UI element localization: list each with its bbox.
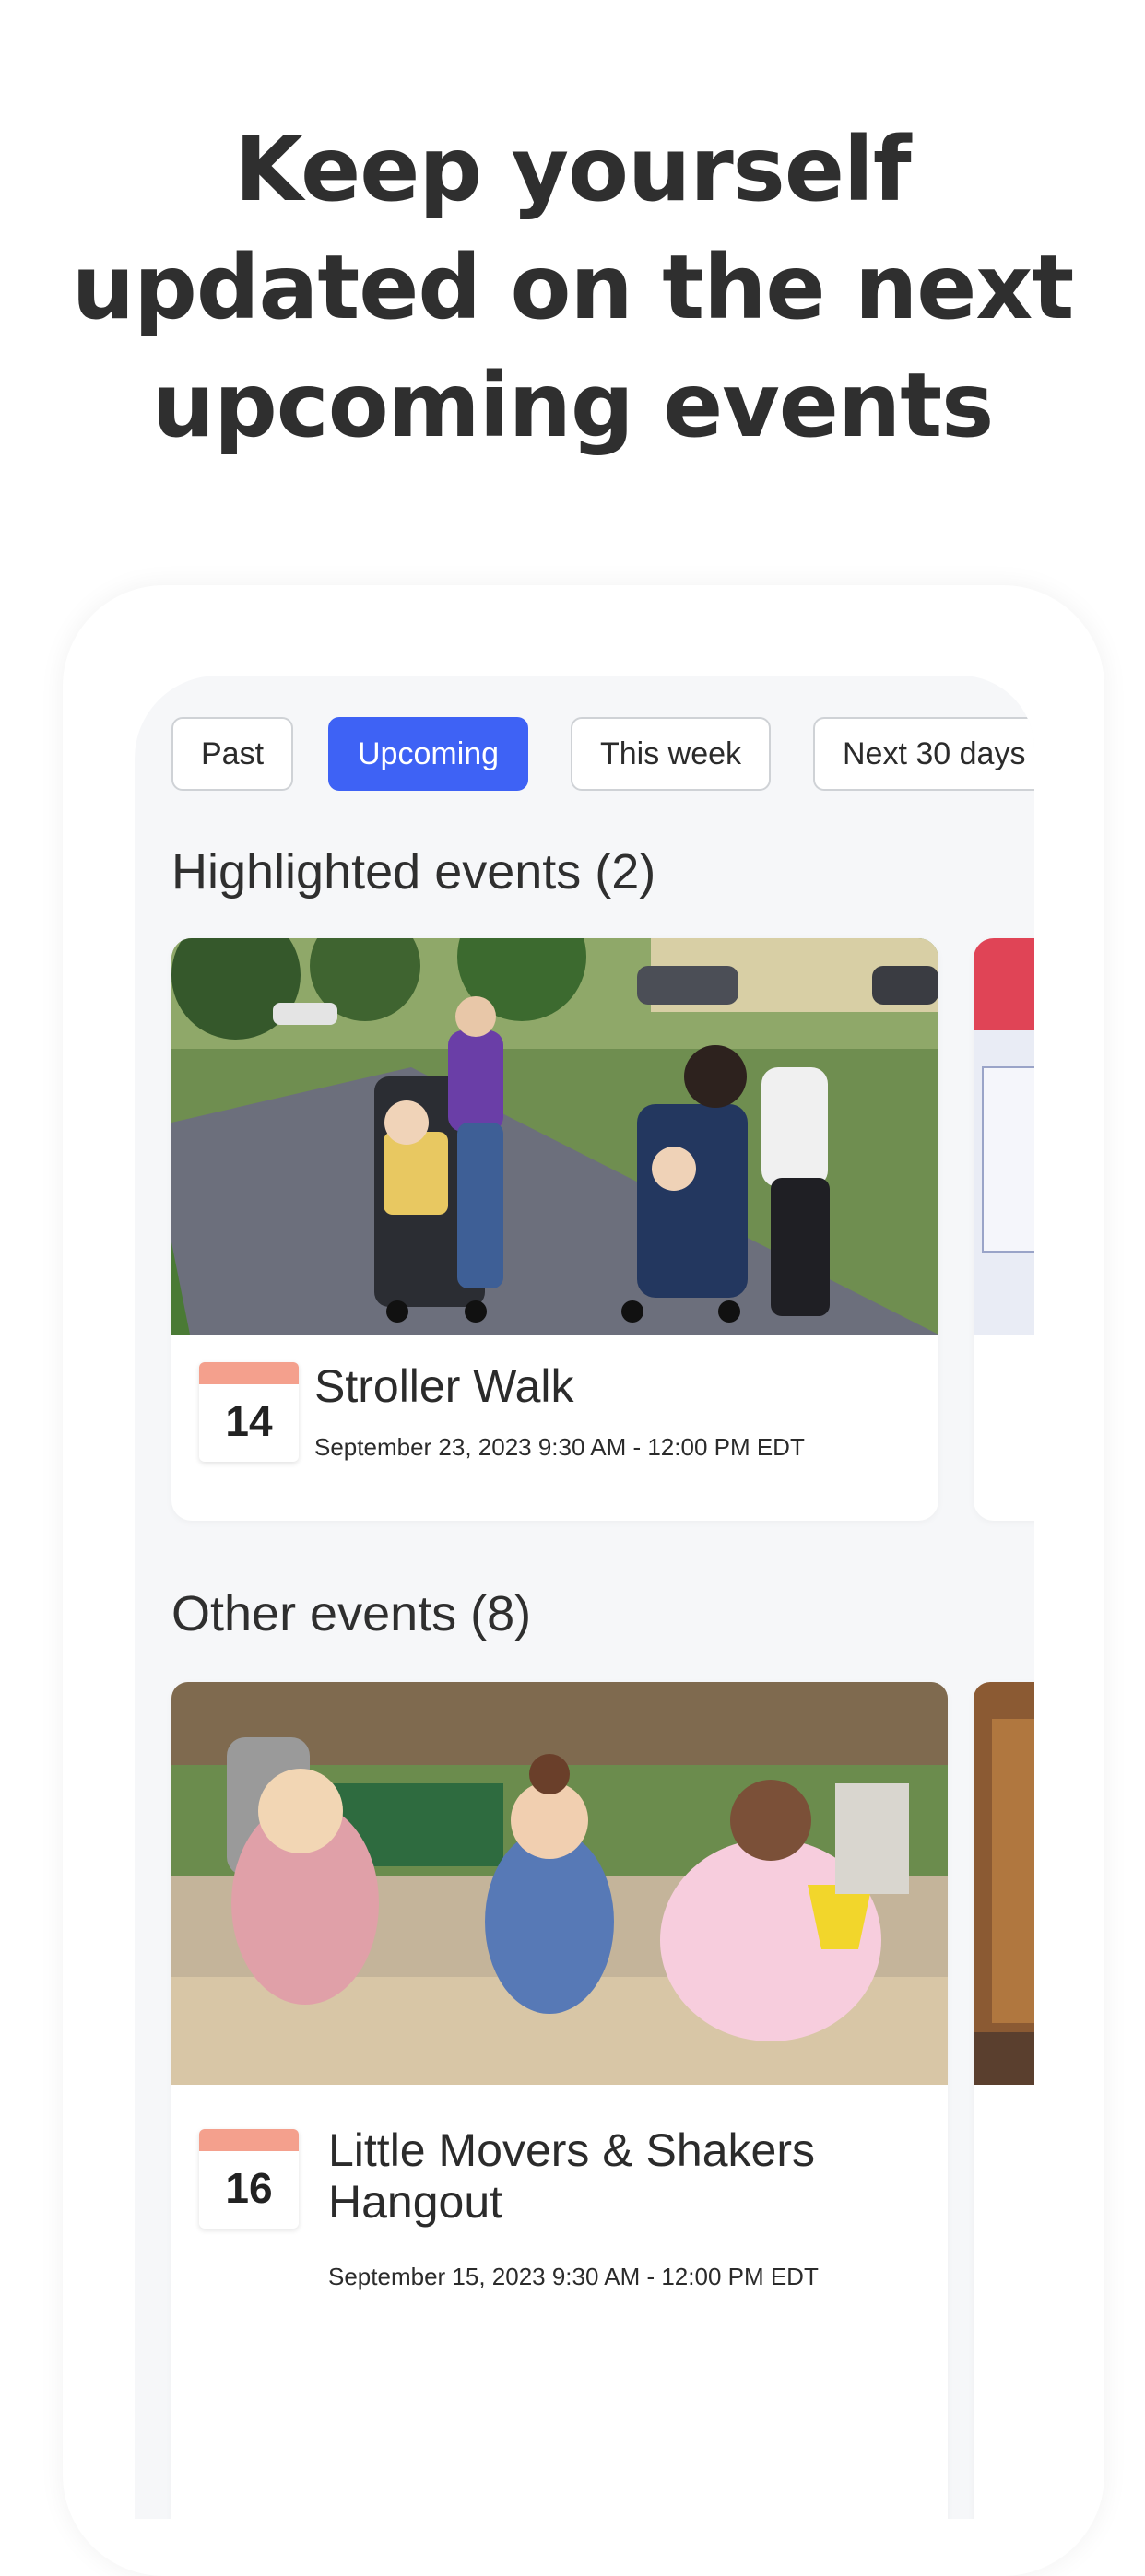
event-photo-peek-2 [974, 1682, 1034, 2085]
filter-past[interactable]: Past [171, 717, 294, 791]
event-card-stroller-walk[interactable]: 14 Stroller Walk September 23, 2023 9:30… [171, 938, 938, 1521]
event-title-line-2: Hangout [328, 2176, 503, 2228]
event-card-little-movers[interactable]: 16 Little Movers & Shakers Hangout Septe… [171, 1682, 948, 2519]
event-title-line-1: Little Movers & Shakers [328, 2124, 815, 2176]
event-photo-little-movers [171, 1682, 948, 2085]
calendar-header [199, 2129, 299, 2151]
event-day: 16 [225, 2164, 273, 2212]
event-datetime: September 15, 2023 9:30 AM - 12:00 PM ED… [328, 2263, 819, 2290]
event-datetime: September 23, 2023 9:30 AM - 12:00 PM ED… [314, 1433, 805, 1461]
event-date-badge: 14 [199, 1362, 299, 1462]
app-screen: Past Upcoming This week Next 30 days Hig… [135, 676, 1034, 2519]
headline-line-2: updated on the next [71, 236, 1074, 339]
calendar-header [199, 1362, 299, 1384]
event-date-badge: 16 [199, 2129, 299, 2229]
event-day: 14 [225, 1397, 273, 1445]
event-card-peek[interactable] [974, 938, 1034, 1521]
event-title: Little Movers & Shakers Hangout [328, 2124, 815, 2228]
highlighted-events-title: Highlighted events (2) [171, 844, 656, 900]
event-photo-peek [974, 938, 1034, 1335]
filter-upcoming[interactable]: Upcoming [328, 717, 529, 791]
other-events-title: Other events (8) [171, 1586, 532, 1641]
event-photo-stroller-walk [171, 938, 938, 1335]
event-title: Stroller Walk [314, 1360, 574, 1412]
headline-line-1: Keep yourself [234, 118, 911, 221]
headline-line-3: upcoming events [151, 354, 995, 457]
event-card-peek-2[interactable] [974, 1682, 1034, 2519]
filter-this-week[interactable]: This week [571, 717, 772, 791]
filter-next-30-days[interactable]: Next 30 days [813, 717, 1034, 791]
headline: Keep yourself updated on the next upcomi… [0, 111, 1145, 465]
